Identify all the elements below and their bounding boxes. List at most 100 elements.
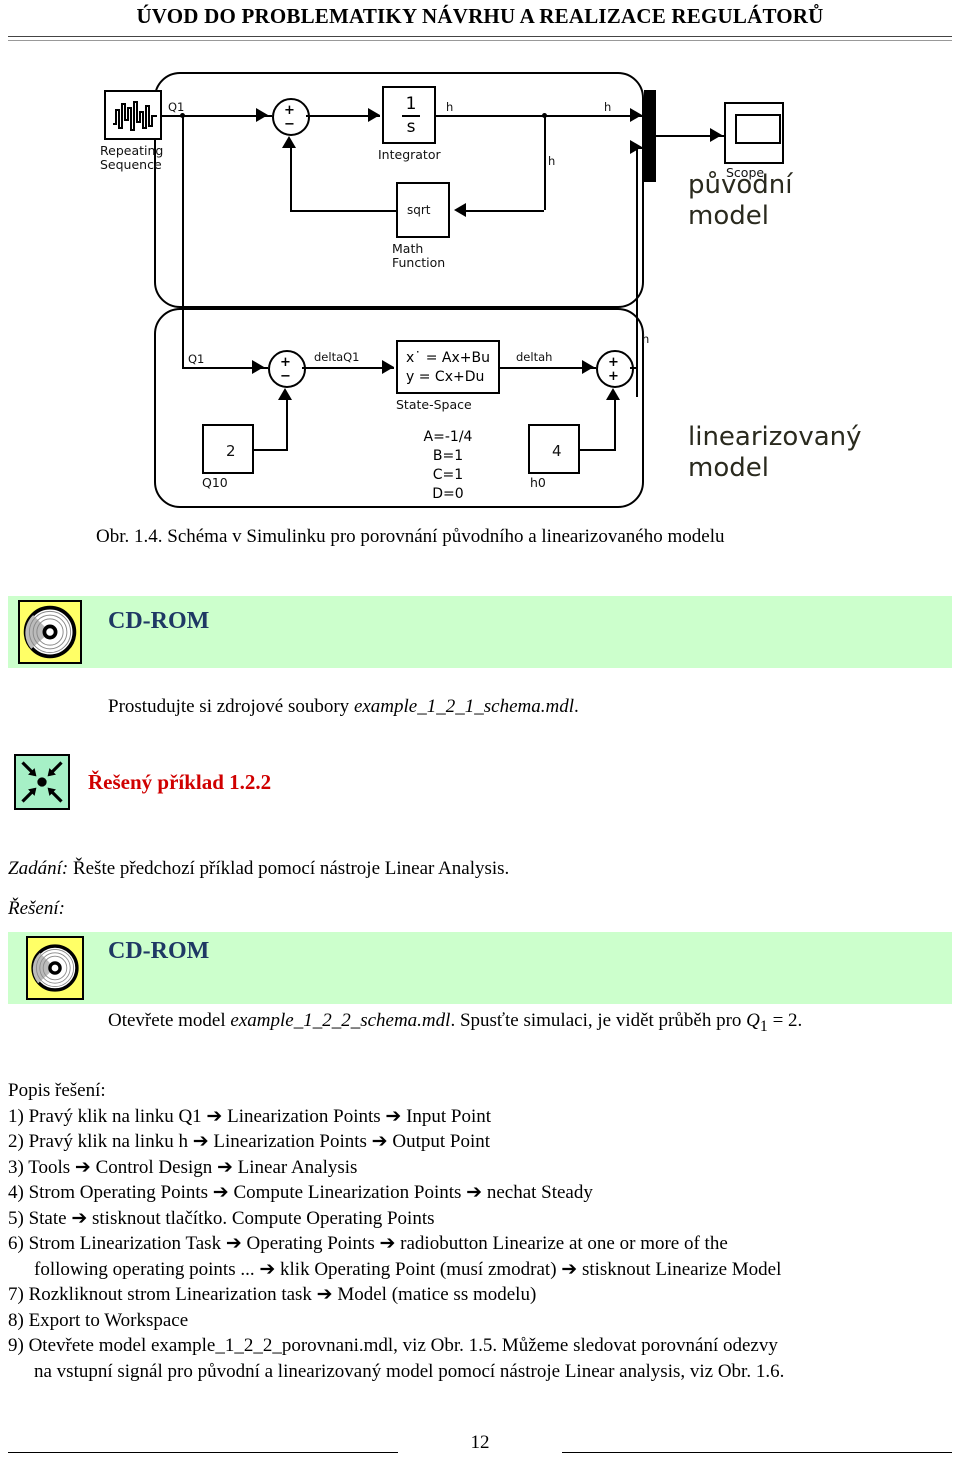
sum-top-plus: + — [284, 103, 295, 118]
wire-h0-up — [614, 400, 616, 449]
state-space-label: State-Space — [396, 397, 472, 412]
converging-arrows-icon — [14, 754, 70, 810]
sum-right-plus-1: + — [608, 355, 619, 370]
arrow-into-scope — [710, 128, 722, 142]
math-function-block: sqrt — [396, 182, 450, 238]
solution-step: 8) Export to Workspace — [8, 1309, 189, 1331]
document-page: ÚVOD DO PROBLEMATIKY NÁVRHU A REALIZACE … — [0, 0, 960, 1482]
solution-step: 4) Strom Operating Points ➔ Compute Line… — [8, 1182, 593, 1203]
assignment-label: Zadání: — [8, 858, 69, 879]
sum-lower-plus: + — [280, 355, 291, 370]
cdrom-title-1: CD-ROM — [108, 608, 210, 634]
repeating-sequence-label: Repeating Sequence — [100, 143, 164, 172]
signal-label-q1-bottom: Q1 — [188, 352, 205, 366]
signal-label-h-mux: h — [604, 100, 612, 114]
wire-sum-to-statespace — [302, 367, 394, 369]
cdrom-text-2-end: = 2. — [767, 1010, 803, 1031]
arrow-into-sqrt — [454, 203, 466, 217]
arrows-glyph — [21, 761, 63, 803]
arrow-into-sum-lower-left — [278, 388, 292, 400]
linearized-model-annotation: linearizovaný model — [688, 422, 862, 483]
wire-h-feedback-down — [544, 115, 546, 210]
arrow-into-mux-top — [630, 108, 642, 122]
q10-constant-block: 2 — [202, 424, 254, 474]
wire-q10-out — [254, 449, 288, 451]
cdrom-icon-2 — [26, 936, 84, 1000]
wire-h0-out — [580, 449, 616, 451]
assignment-line: Zadání: Řešte předchozí příklad pomocí n… — [8, 858, 509, 880]
scope-block — [724, 102, 784, 164]
wire-integrator-out — [436, 115, 646, 117]
footer-rule-right — [562, 1452, 952, 1453]
cdrom-text-2-sub: 1 — [759, 1017, 768, 1035]
repeating-sequence-block — [104, 90, 162, 140]
signal-label-delta-h: deltah — [516, 350, 553, 364]
signal-label-h-lin: h — [642, 332, 650, 346]
solution-step: 2) Pravý klik na linku h ➔ Linearization… — [8, 1131, 490, 1152]
integrator-label: Integrator — [378, 147, 441, 162]
wire-h-to-sqrt — [466, 210, 544, 212]
cdrom-icon — [18, 600, 82, 664]
running-header: ÚVOD DO PROBLEMATIKY NÁVRHU A REALIZACE … — [0, 4, 960, 29]
wire-sqrt-up-to-sum — [290, 148, 292, 210]
footer-rule-left — [8, 1452, 398, 1453]
math-function-operation: sqrt — [407, 203, 431, 217]
state-space-equations: x˙ = Ax+Bu y = Cx+Du — [406, 350, 490, 385]
solution-steps: 1) Pravý klik na linku Q1 ➔ Linearizatio… — [8, 1104, 952, 1385]
cdrom-text-2-var: Q — [746, 1010, 760, 1031]
arrow-into-sum-lower-right-bottom — [606, 388, 620, 400]
integrator-block: 1 s — [382, 86, 436, 144]
original-model-annotation: původní model — [688, 170, 793, 231]
q10-value: 2 — [226, 442, 236, 460]
sum-lower-minus: − — [280, 369, 291, 384]
page-number: 12 — [470, 1432, 490, 1453]
solution-step: 9) Otevřete model example_1_2_2_porovnan… — [8, 1335, 778, 1356]
signal-label-delta-q1: deltaQ1 — [314, 350, 360, 364]
h0-value: 4 — [552, 442, 562, 460]
cdrom-text-1-suffix: . — [573, 696, 579, 717]
example-title: Řešený příklad 1.2.2 — [88, 770, 272, 794]
arrow-to-sum-lower — [252, 360, 264, 374]
sum-right-plus-2: + — [608, 369, 619, 384]
wire-lower-out-up — [636, 342, 638, 369]
solution-step: 7) Rozkliknout strom Linearization task … — [8, 1284, 537, 1305]
wire-q1-branch-down — [182, 115, 184, 367]
sum-top-minus: − — [284, 117, 295, 132]
cd-disc-icon — [23, 605, 77, 659]
solution-heading: Popis řešení: — [8, 1080, 106, 1101]
arrow-to-sum-top — [256, 108, 268, 122]
solution-step: 3) Tools ➔ Control Design ➔ Linear Analy… — [8, 1156, 358, 1178]
integrator-numerator: 1 — [405, 94, 417, 114]
solution-step: 5) State ➔ stisknout tlačítko. Compute O… — [8, 1207, 435, 1229]
wire-q10-up — [286, 400, 288, 449]
math-function-label: Math Function — [392, 241, 446, 270]
waveform-icon — [113, 101, 157, 131]
h0-label: h0 — [530, 475, 546, 490]
arrow-into-sum-top — [282, 136, 296, 148]
signal-label-h-feedback: h — [548, 154, 556, 168]
solution-label: Řešení: — [8, 898, 65, 919]
arrow-to-integrator — [368, 108, 380, 122]
h0-constant-block: 4 — [528, 424, 580, 474]
integrator-transfer-function: 1 s — [384, 96, 438, 136]
cdrom-text-2-file: example_1_2_2_schema.mdl — [230, 1010, 451, 1031]
state-space-block: x˙ = Ax+Bu y = Cx+Du — [396, 340, 500, 394]
cdrom-title-2: CD-ROM — [108, 938, 210, 964]
cdrom-text-1-prefix: Prostudujte si zdrojové soubory — [108, 696, 354, 717]
scope-screen-icon — [735, 114, 781, 144]
integrator-denominator: s — [406, 117, 416, 137]
signal-label-q1-top: Q1 — [168, 100, 185, 114]
page-title: ÚVOD DO PROBLEMATIKY NÁVRHU A REALIZACE … — [136, 4, 824, 28]
wire-sqrt-to-sum — [290, 210, 396, 212]
cd-disc-icon-2 — [31, 944, 79, 992]
page-footer: 12 — [0, 1432, 960, 1454]
cdrom-text-1: Prostudujte si zdrojové soubory example_… — [108, 696, 579, 718]
mux-block — [644, 90, 656, 182]
wire-lin-out-to-mux — [636, 147, 644, 149]
figure-caption: Obr. 1.4. Schéma v Simulinku pro porovná… — [96, 526, 725, 547]
assignment-text: Řešte předchozí příklad pomocí nástroje … — [68, 858, 510, 879]
signal-label-h-integrator: h — [446, 100, 454, 114]
header-divider — [8, 36, 952, 41]
cdrom-text-2: Otevřete model example_1_2_2_schema.mdl.… — [108, 1010, 802, 1036]
cdrom-text-1-file: example_1_2_1_schema.mdl — [353, 696, 574, 717]
